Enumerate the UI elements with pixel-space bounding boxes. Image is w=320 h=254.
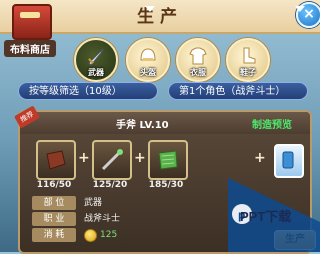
cost-value: 125 [100, 230, 118, 240]
chevron-down-icon [295, 6, 305, 12]
material-count: 116/50 [36, 180, 72, 190]
plus-icon: + [134, 150, 146, 166]
tab-weapon-label: 武器 [88, 68, 104, 77]
sword-icon [88, 48, 104, 66]
tab-boots[interactable]: 鞋子 [226, 38, 270, 82]
tab-helmet[interactable]: 头盔 [126, 38, 170, 82]
info-key: 部 位 [32, 196, 76, 210]
info-value: 战斧斗士 [84, 214, 121, 224]
plus-icon: + [254, 150, 266, 166]
cloth-shop-button[interactable]: 布料商店 [4, 2, 56, 58]
tab-boots-label: 鞋子 [240, 68, 256, 77]
plus-icon: + [78, 150, 90, 166]
tab-armor-label: 衣服 [190, 68, 206, 77]
coin-icon [84, 229, 97, 242]
tab-weapon[interactable]: 武器 [74, 38, 118, 82]
craft-preview-link[interactable]: 制造预览 [252, 116, 292, 131]
tab-armor[interactable]: 衣服 [176, 38, 220, 82]
potion-icon [282, 151, 294, 169]
armor-icon [189, 47, 207, 65]
material-slot-wand[interactable] [92, 140, 132, 180]
wand-icon [101, 149, 123, 171]
cloth-icon [158, 150, 178, 170]
shop-label: 布料商店 [4, 40, 56, 57]
material-count: 125/20 [92, 180, 128, 190]
level-filter-value: 按等级筛选（10级） [29, 86, 122, 97]
material-slot-leather[interactable] [36, 140, 76, 180]
info-row-slot: 部 位 武器 [32, 196, 172, 210]
info-value: 武器 [84, 198, 103, 208]
info-row-cost: 消 耗 125 [32, 228, 172, 242]
boots-icon [243, 47, 256, 64]
chevron-down-icon [145, 6, 155, 12]
material-count: 185/30 [148, 180, 184, 190]
character-filter-value: 第1个角色（战斧斗士） [179, 86, 286, 97]
info-key: 职 业 [32, 212, 76, 226]
level-filter-dropdown[interactable]: 按等级筛选（10级） [18, 82, 158, 100]
shop-icon [12, 4, 52, 40]
leather-icon [46, 150, 66, 170]
tab-helmet-label: 头盔 [140, 68, 156, 77]
watermark-text: PPT下载 [240, 209, 292, 224]
helmet-icon [140, 48, 156, 61]
page-title: 生产 [137, 7, 183, 27]
info-key: 消 耗 [32, 228, 76, 242]
info-row-class: 职 业 战斧斗士 [32, 212, 172, 226]
character-filter-dropdown[interactable]: 第1个角色（战斧斗士） [168, 82, 308, 100]
item-name: 手斧 LV.10 [116, 120, 169, 131]
material-slot-cloth[interactable] [148, 140, 188, 180]
